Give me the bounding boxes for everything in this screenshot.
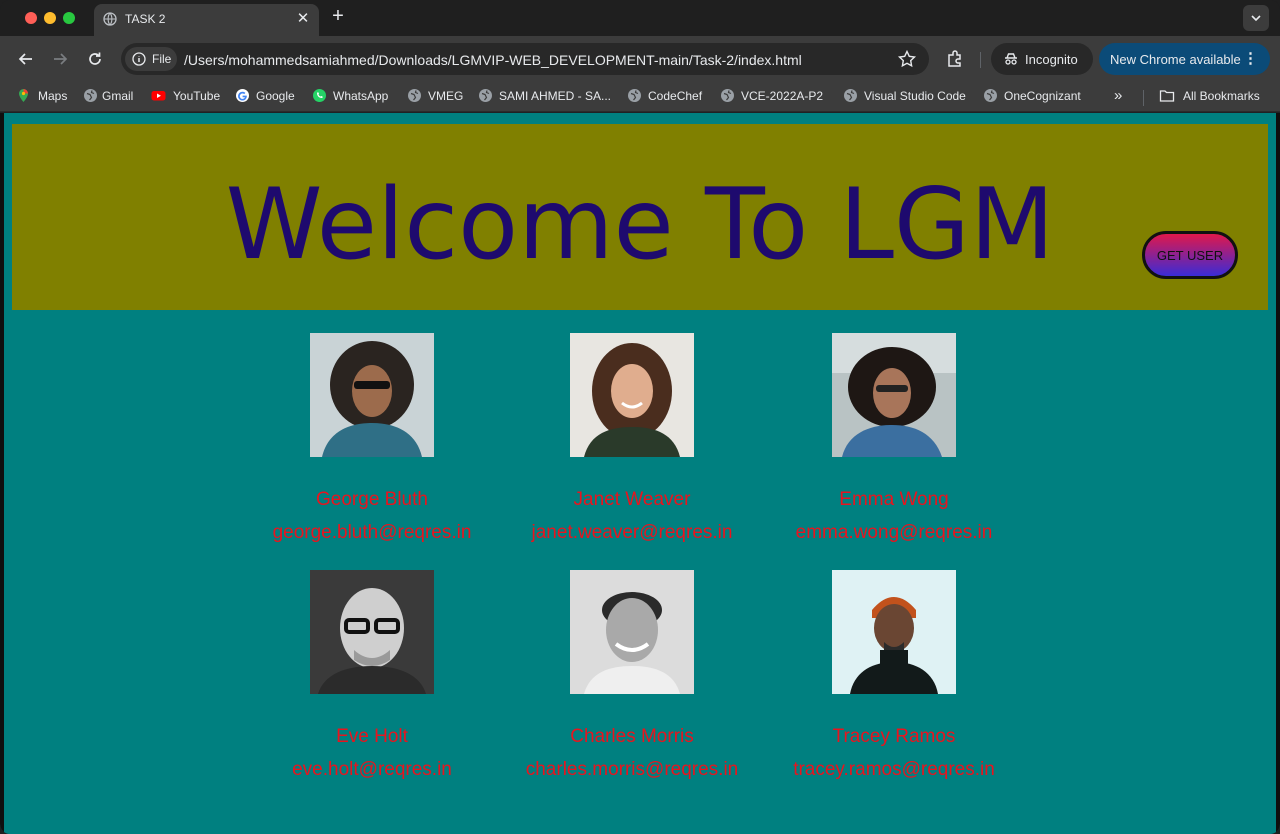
bookmarks-divider [1143, 90, 1144, 106]
user-name: Tracey Ramos [832, 726, 956, 747]
tab-strip: TASK 2 ✕ + [0, 0, 1280, 36]
maximize-window-button[interactable] [63, 12, 75, 24]
more-bookmarks-icon[interactable]: » [1114, 87, 1122, 104]
window-edge-right [1276, 113, 1280, 834]
globe-icon [479, 89, 492, 102]
chevron-down-icon [1251, 15, 1261, 22]
user-email: george.bluth@reqres.in [272, 522, 472, 543]
user-avatar [570, 570, 694, 694]
update-label: New Chrome available [1110, 52, 1241, 67]
whatsapp-icon [313, 89, 326, 102]
page-header: Welcome To LGM GET USER [12, 124, 1268, 310]
page-viewport: Welcome To LGM GET USER George Bluth geo… [0, 113, 1280, 834]
forward-arrow-icon[interactable] [51, 50, 69, 68]
user-avatar [310, 333, 434, 457]
get-user-button[interactable]: GET USER [1142, 231, 1238, 279]
more-menu-icon[interactable]: ⋮ [1243, 49, 1258, 67]
info-icon [132, 52, 146, 66]
user-avatar [832, 570, 956, 694]
bookmarks-bar: Maps Gmail YouTube Google WhatsApp VMEG … [0, 82, 1280, 112]
toolbar: File /Users/mohammedsamiahmed/Downloads/… [0, 36, 1280, 82]
chip-label: File [152, 52, 172, 66]
user-email: emma.wong@reqres.in [795, 522, 993, 543]
user-email: janet.weaver@reqres.in [531, 522, 733, 543]
url-text[interactable]: /Users/mohammedsamiahmed/Downloads/LGMVI… [184, 52, 802, 68]
close-tab-icon[interactable]: ✕ [295, 9, 311, 27]
minimize-window-button[interactable] [44, 12, 56, 24]
back-arrow-icon[interactable] [17, 50, 35, 68]
user-avatar [832, 333, 956, 457]
globe-icon [721, 89, 734, 102]
incognito-label: Incognito [1025, 52, 1078, 67]
incognito-button[interactable]: Incognito [991, 43, 1093, 75]
tab-title: TASK 2 [125, 12, 166, 26]
extensions-puzzle-icon[interactable] [945, 49, 965, 69]
user-name: Emma Wong [839, 489, 949, 510]
site-info-chip[interactable]: File [125, 47, 177, 71]
user-email: eve.holt@reqres.in [292, 759, 452, 780]
bookmark-star-icon[interactable] [897, 49, 917, 69]
user-name: George Bluth [316, 489, 428, 510]
close-window-button[interactable] [25, 12, 37, 24]
browser-window: TASK 2 ✕ + File /Users/mohammedsamiahmed… [0, 0, 1280, 834]
maps-icon [19, 89, 28, 102]
user-name: Charles Morris [570, 726, 694, 747]
page-title: Welcome To LGM [225, 168, 1055, 282]
folder-icon [1159, 90, 1175, 102]
window-edge-left [0, 113, 4, 834]
globe-icon [628, 89, 641, 102]
user-avatar [310, 570, 434, 694]
globe-icon [844, 89, 857, 102]
youtube-icon [151, 91, 166, 101]
new-chrome-available-button[interactable]: New Chrome available ⋮ [1099, 43, 1270, 75]
user-name: Janet Weaver [573, 489, 691, 510]
globe-icon [84, 89, 97, 102]
tab-search-button[interactable] [1243, 5, 1269, 31]
google-icon [236, 89, 249, 102]
user-name: Eve Holt [336, 726, 408, 747]
reload-icon[interactable] [86, 50, 104, 68]
globe-icon [408, 89, 421, 102]
user-avatar [570, 333, 694, 457]
user-email: charles.morris@reqres.in [525, 759, 739, 780]
user-email: tracey.ramos@reqres.in [793, 759, 995, 780]
incognito-icon [1005, 53, 1017, 65]
globe-icon [984, 89, 997, 102]
address-bar[interactable]: File /Users/mohammedsamiahmed/Downloads/… [121, 43, 929, 75]
new-tab-button[interactable]: + [328, 5, 348, 28]
toolbar-divider [980, 52, 981, 68]
globe-icon [103, 12, 117, 26]
tab-task-2[interactable]: TASK 2 ✕ [94, 4, 319, 36]
